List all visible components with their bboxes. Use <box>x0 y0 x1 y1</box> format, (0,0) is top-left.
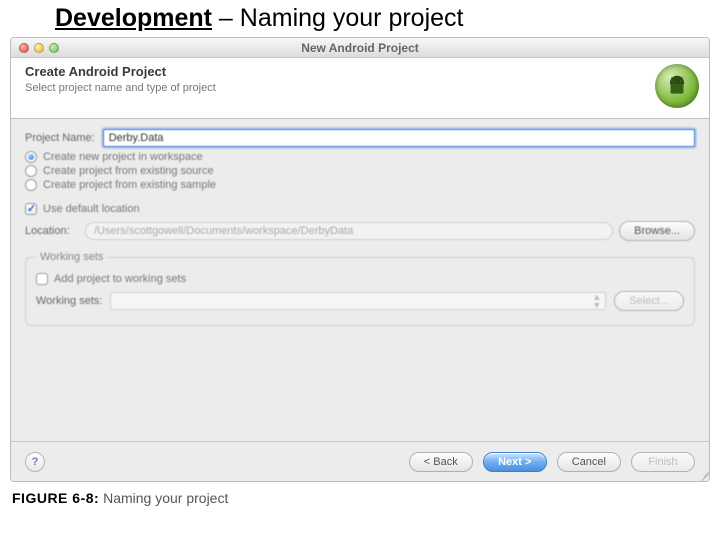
stepper-icon: ▲▼ <box>592 293 601 309</box>
slide-title-rest: – Naming your project <box>212 4 464 32</box>
dialog-body: Project Name: Create new project in work… <box>11 119 709 326</box>
cancel-button[interactable]: Cancel <box>557 452 621 472</box>
use-default-location-checkbox[interactable] <box>25 203 37 215</box>
back-button[interactable]: < Back <box>409 452 473 472</box>
finish-button[interactable]: Finish <box>631 452 695 472</box>
dialog-subheading: Select project name and type of project <box>25 82 216 94</box>
add-to-working-sets-checkbox[interactable] <box>36 273 48 285</box>
radio-create-new[interactable] <box>25 151 37 163</box>
working-sets-legend: Working sets <box>36 251 107 263</box>
android-icon <box>655 64 699 108</box>
slide-title-main: Development <box>55 4 212 32</box>
resize-handle-icon[interactable] <box>695 467 709 481</box>
add-to-working-sets-label: Add project to working sets <box>54 273 186 285</box>
slide-title: Development – Naming your project <box>0 0 720 37</box>
dialog-footer: ? < Back Next > Cancel Finish <box>11 441 709 481</box>
dialog-heading: Create Android Project <box>25 64 216 79</box>
browse-button[interactable]: Browse... <box>619 221 695 241</box>
working-sets-row-label: Working sets: <box>36 295 102 307</box>
working-sets-select[interactable]: ▲▼ <box>110 292 606 310</box>
help-icon[interactable]: ? <box>25 452 45 472</box>
figure-caption: FIGURE 6-8: Naming your project <box>0 482 720 506</box>
use-default-location-label: Use default location <box>43 203 140 215</box>
dialog-header: Create Android Project Select project na… <box>11 58 709 119</box>
dialog-window: New Android Project Create Android Proje… <box>10 37 710 482</box>
location-label: Location: <box>25 225 79 237</box>
next-button[interactable]: Next > <box>483 452 547 472</box>
radio-existing-source[interactable] <box>25 165 37 177</box>
window-title: New Android Project <box>11 41 709 55</box>
working-sets-group: Working sets Add project to working sets… <box>25 251 695 326</box>
window-titlebar: New Android Project <box>11 38 709 58</box>
radio-existing-sample[interactable] <box>25 179 37 191</box>
select-working-sets-button[interactable]: Select... <box>614 291 684 311</box>
figure-number: FIGURE 6-8: <box>12 490 99 506</box>
project-name-label: Project Name: <box>25 132 95 144</box>
radio-existing-source-label: Create project from existing source <box>43 165 214 177</box>
radio-create-new-label: Create new project in workspace <box>43 151 203 163</box>
radio-existing-sample-label: Create project from existing sample <box>43 179 216 191</box>
project-name-input[interactable] <box>103 129 695 147</box>
figure-text: Naming your project <box>99 490 228 506</box>
location-input <box>85 222 613 240</box>
